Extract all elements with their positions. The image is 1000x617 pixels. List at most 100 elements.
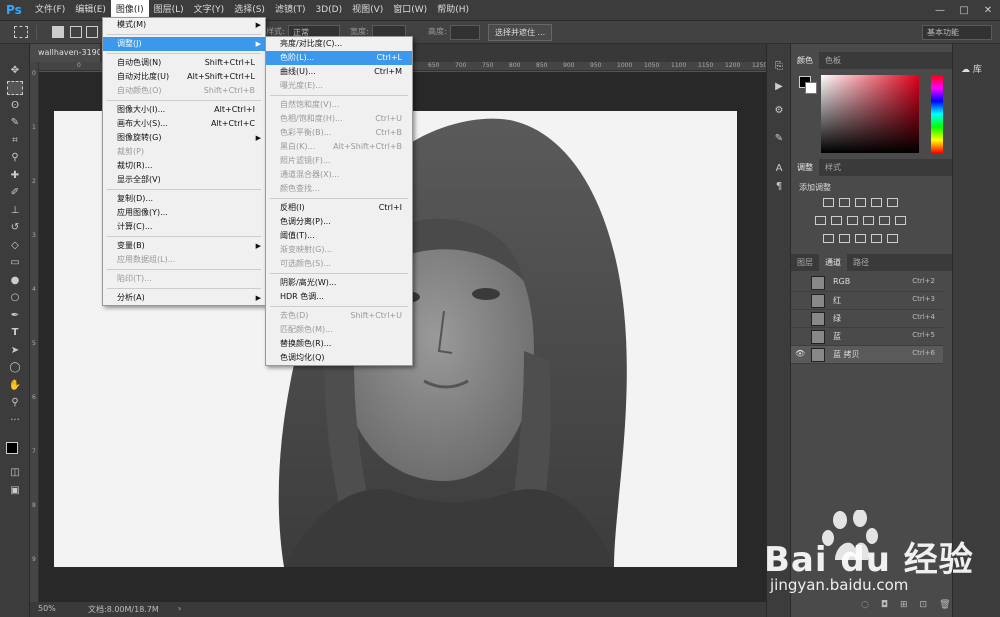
- path-selection-tool-icon[interactable]: ➤: [7, 344, 23, 358]
- pen-tool-icon[interactable]: ✒: [7, 309, 23, 323]
- paragraph-panel-icon[interactable]: ¶: [772, 180, 786, 194]
- channel-row[interactable]: 👁 蓝 拷贝 Ctrl+6: [791, 346, 943, 364]
- screen-mode-icon[interactable]: ▣: [7, 484, 23, 498]
- menu-option[interactable]: HDR 色调...: [266, 290, 412, 304]
- tab-paths[interactable]: 路径: [847, 254, 875, 271]
- crop-tool-icon[interactable]: ⌗: [7, 134, 23, 148]
- tab-channels[interactable]: 通道: [819, 254, 847, 271]
- menu-option[interactable]: 阴影/高光(W)...: [266, 276, 412, 290]
- gradient-tool-icon[interactable]: ▭: [7, 256, 23, 270]
- height-input[interactable]: [450, 25, 480, 40]
- menu-option[interactable]: 显示全部(V): [103, 173, 265, 187]
- menu-option[interactable]: 裁切(R)...: [103, 159, 265, 173]
- properties-panel-icon[interactable]: ⚙: [772, 104, 786, 118]
- move-tool-icon[interactable]: ✥: [7, 64, 23, 78]
- maximize-button[interactable]: □: [952, 0, 976, 21]
- invert-icon[interactable]: [823, 234, 834, 243]
- menu-option[interactable]: 模式(M) ▶: [103, 18, 265, 32]
- quick-select-tool-icon[interactable]: ✎: [7, 116, 23, 130]
- healing-brush-tool-icon[interactable]: ✚: [7, 169, 23, 183]
- menu-option[interactable]: 调整(J) ▶: [103, 37, 265, 51]
- libraries-tab[interactable]: ☁ 库: [961, 62, 982, 75]
- menu-option[interactable]: 自动色调(N) Shift+Ctrl+L: [103, 56, 265, 70]
- dodge-tool-icon[interactable]: ○: [7, 291, 23, 305]
- brush-tool-icon[interactable]: ✐: [7, 186, 23, 200]
- levels-icon[interactable]: [839, 198, 850, 207]
- color-picker-field[interactable]: [821, 75, 919, 153]
- gradient-map-icon[interactable]: [887, 234, 898, 243]
- menu-option[interactable]: 计算(C)...: [103, 220, 265, 234]
- color-lookup-icon[interactable]: [895, 216, 906, 225]
- background-color-chip[interactable]: [805, 82, 817, 94]
- menu-option[interactable]: 替换颜色(R)...: [266, 337, 412, 351]
- menu-item-0[interactable]: 文件(F): [30, 0, 70, 21]
- tab-color[interactable]: 颜色: [791, 52, 819, 69]
- posterize-icon[interactable]: [839, 234, 850, 243]
- visibility-eye-icon[interactable]: 👁: [795, 349, 805, 358]
- channel-row[interactable]: RGB Ctrl+2: [791, 274, 943, 292]
- black-white-icon[interactable]: [847, 216, 858, 225]
- workspace-select[interactable]: 基本功能: [922, 25, 992, 40]
- hue-saturation-icon[interactable]: [815, 216, 826, 225]
- menu-option[interactable]: 色阶(L)... Ctrl+L: [266, 51, 412, 65]
- menu-option[interactable]: 复制(D)...: [103, 192, 265, 206]
- lasso-tool-icon[interactable]: ʘ: [7, 99, 23, 113]
- threshold-icon[interactable]: [855, 234, 866, 243]
- hue-slider[interactable]: [931, 75, 943, 153]
- menu-option[interactable]: 分析(A) ▶: [103, 291, 265, 305]
- tab-layers[interactable]: 图层: [791, 254, 819, 271]
- hand-tool-icon[interactable]: ✋: [7, 379, 23, 393]
- new-selection-icon[interactable]: [52, 26, 64, 38]
- more-tools-icon[interactable]: ···: [7, 414, 23, 428]
- select-and-mask-button[interactable]: 选择并遮住 ...: [488, 24, 553, 41]
- type-tool-icon[interactable]: T: [7, 326, 23, 340]
- brightness-icon[interactable]: [823, 198, 834, 207]
- menu-option[interactable]: 图像旋转(G) ▶: [103, 131, 265, 145]
- subtract-selection-icon[interactable]: [86, 26, 98, 38]
- menu-option[interactable]: 亮度/对比度(C)...: [266, 37, 412, 51]
- clone-stamp-tool-icon[interactable]: ⊥: [7, 204, 23, 218]
- menu-option[interactable]: 图像大小(I)... Alt+Ctrl+I: [103, 103, 265, 117]
- menu-item-7[interactable]: 3D(D): [310, 0, 347, 21]
- channel-mixer-icon[interactable]: [879, 216, 890, 225]
- color-balance-icon[interactable]: [831, 216, 842, 225]
- zoom-tool-icon[interactable]: ⚲: [7, 396, 23, 410]
- history-panel-icon[interactable]: ⎘: [772, 60, 786, 74]
- menu-item-6[interactable]: 滤镜(T): [270, 0, 311, 21]
- menu-option[interactable]: 色调分离(P)...: [266, 215, 412, 229]
- vibrance-icon[interactable]: [887, 198, 898, 207]
- menu-option[interactable]: 变量(B) ▶: [103, 239, 265, 253]
- quick-mask-icon[interactable]: ◫: [7, 466, 23, 480]
- curves-icon[interactable]: [855, 198, 866, 207]
- tab-adjustments[interactable]: 调整: [791, 159, 819, 176]
- history-brush-tool-icon[interactable]: ↺: [7, 221, 23, 235]
- channel-row[interactable]: 绿 Ctrl+4: [791, 310, 943, 328]
- menu-option[interactable]: 自动对比度(U) Alt+Shift+Ctrl+L: [103, 70, 265, 84]
- menu-item-8[interactable]: 视图(V): [347, 0, 388, 21]
- tab-styles[interactable]: 样式: [819, 159, 847, 176]
- minimize-button[interactable]: —: [928, 0, 952, 21]
- blur-tool-icon[interactable]: ●: [7, 274, 23, 288]
- marquee-tool-preset-icon[interactable]: [14, 26, 28, 38]
- exposure-icon[interactable]: [871, 198, 882, 207]
- menu-option[interactable]: 阈值(T)...: [266, 229, 412, 243]
- close-button[interactable]: ✕: [976, 0, 1000, 21]
- menu-option[interactable]: 反相(I) Ctrl+I: [266, 201, 412, 215]
- marquee-tool-icon[interactable]: [7, 81, 23, 95]
- menu-option[interactable]: 曲线(U)... Ctrl+M: [266, 65, 412, 79]
- brush-settings-icon[interactable]: ✎: [772, 132, 786, 146]
- channel-row[interactable]: 红 Ctrl+3: [791, 292, 943, 310]
- menu-item-10[interactable]: 帮助(H): [432, 0, 474, 21]
- actions-play-icon[interactable]: ▶: [772, 80, 786, 94]
- menu-option[interactable]: 应用图像(Y)...: [103, 206, 265, 220]
- menu-option[interactable]: 画布大小(S)... Alt+Ctrl+C: [103, 117, 265, 131]
- eraser-tool-icon[interactable]: ◇: [7, 239, 23, 253]
- status-chevron-icon[interactable]: ›: [178, 604, 181, 613]
- eyedropper-tool-icon[interactable]: ⚲: [7, 151, 23, 165]
- menu-item-9[interactable]: 窗口(W): [388, 0, 432, 21]
- channel-row[interactable]: 蓝 Ctrl+5: [791, 328, 943, 346]
- character-panel-icon[interactable]: A: [772, 162, 786, 176]
- zoom-level[interactable]: 50%: [38, 604, 56, 613]
- menu-option[interactable]: 色调均化(Q): [266, 351, 412, 365]
- tab-swatches[interactable]: 色板: [819, 52, 847, 69]
